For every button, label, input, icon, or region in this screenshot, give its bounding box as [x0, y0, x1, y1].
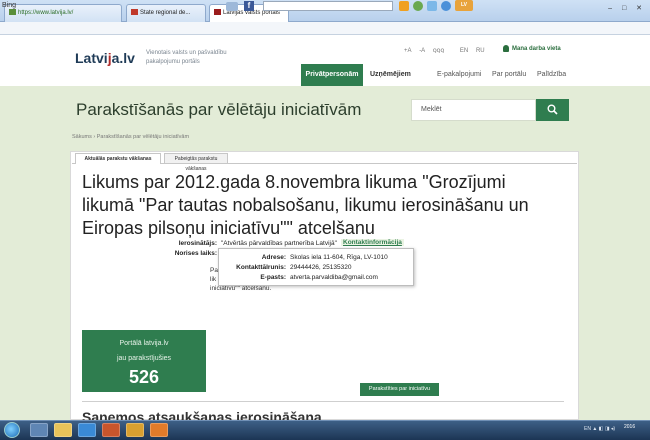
counter-caption-line2: jau parakstījušies — [116, 355, 172, 362]
site-tagline: Vienotais valsts un pašvaldību pakalpoju… — [146, 50, 227, 65]
initiator-value: "Atvērtās pārvaldības partnerība Latvijā… — [221, 240, 337, 247]
my-account-link[interactable]: Mana darba vieta — [512, 46, 561, 52]
taskbar-browser-icon[interactable] — [78, 423, 96, 437]
initiative-title: Likums par 2012.gada 8.novembra likuma "… — [82, 172, 529, 238]
tab-active-collections[interactable]: Aktuālās parakstu vākšanas — [75, 153, 161, 164]
initiator-label: Ierosinātājs: — [178, 240, 217, 247]
search-icon — [547, 104, 558, 115]
section-divider — [82, 401, 564, 402]
os-taskbar — [0, 420, 650, 440]
tab-favicon-icon — [131, 9, 138, 16]
site-logo[interactable]: Latvija.lv — [75, 50, 135, 66]
page-title: Parakstīšanās par vēlētāju iniciatīvām — [76, 100, 362, 119]
address-value: Skolas iela 11-604, Rīga, LV-1010 — [290, 254, 388, 261]
sign-initiative-button[interactable]: Parakstīties par iniciatīvu — [360, 383, 439, 396]
taskbar-media-icon[interactable] — [102, 423, 120, 437]
tab-label: State regional de... — [140, 10, 191, 16]
system-tray[interactable]: EN ▲ ◧ ◨ ◂) — [584, 426, 615, 432]
email-value[interactable]: atverta.parvaldiba@gmail.com — [290, 274, 378, 281]
contacts-link[interactable]: Kontaktinformācija — [341, 239, 404, 246]
tab-finished-collections[interactable]: Pabeigtās parakstu vākšanas — [164, 153, 228, 172]
taskbar-firefox-icon[interactable] — [150, 423, 168, 437]
toolbar-badge-icon[interactable]: LV — [455, 0, 473, 11]
address-label: Adrese: — [261, 254, 286, 261]
breadcrumb[interactable]: Sākums › Parakstīšanās par vēlētāju inic… — [72, 134, 189, 140]
nav-e-services[interactable]: E-pakalpojumi — [437, 64, 481, 86]
font-increase-link[interactable]: +A — [404, 48, 412, 54]
lang-en-link[interactable]: EN — [460, 48, 468, 54]
site-favicon-icon — [9, 9, 16, 16]
toolbar-search-input[interactable] — [263, 1, 393, 11]
screen: https://www.latvija.lv/ State regional d… — [0, 0, 650, 440]
email-label: E-pasts: — [260, 274, 286, 281]
nav-private-persons[interactable]: Privātpersonām — [301, 64, 363, 86]
site-search-input[interactable]: Meklēt — [411, 99, 536, 121]
clock[interactable]: 2016 — [624, 424, 635, 430]
phone-value: 29444426, 25135320 — [290, 264, 352, 271]
start-button-icon[interactable] — [4, 422, 20, 438]
user-icon[interactable] — [503, 45, 509, 52]
browser-command-bar — [0, 22, 650, 35]
tab-favicon-icon — [214, 9, 221, 16]
toolbar-feed-icon[interactable] — [413, 1, 423, 11]
next-section-heading: Saņemos atsaukšanas ierosināšana — [82, 410, 562, 420]
logo-text-tail: a.lv — [111, 50, 135, 66]
nav-about-portal[interactable]: Par portālu — [492, 64, 526, 86]
address-bar[interactable]: https://www.latvija.lv/ — [4, 4, 122, 22]
toolbar-print-icon[interactable] — [427, 1, 437, 11]
phone-label: Kontakttālrunis: — [236, 264, 286, 271]
toolbar-settings-icon[interactable] — [441, 1, 451, 11]
taskbar-folder-icon[interactable] — [54, 423, 72, 437]
counter-caption-line1: Portālā latvija.lv — [119, 340, 169, 347]
taskbar-app-icon[interactable] — [126, 423, 144, 437]
next-section-title: Saņemos atsaukšanas ierosināšana — [82, 410, 322, 420]
nav-business[interactable]: Uzņēmējiem — [370, 64, 411, 86]
site-search-button[interactable] — [536, 99, 569, 121]
logo-text-main: Latvi — [75, 50, 108, 66]
address-text: https://www.latvija.lv/ — [18, 10, 74, 16]
nav-help[interactable]: Palīdzība — [537, 64, 566, 86]
window-controls[interactable]: – □ ✕ — [608, 4, 646, 12]
toolbar-mail-icon[interactable] — [226, 2, 238, 11]
font-decrease-link[interactable]: -A — [419, 48, 425, 54]
contrast-link[interactable]: ꞯꞯꞯ — [433, 48, 444, 54]
browser-tab-1[interactable]: State regional de... — [126, 4, 206, 22]
utility-links: +A -A ꞯꞯꞯ EN RU — [404, 46, 491, 54]
lang-ru-link[interactable]: RU — [476, 48, 485, 54]
deadline-label: Norises laiks: — [174, 250, 217, 257]
bing-search-label[interactable]: Bing — [2, 2, 16, 9]
signature-count: 526 — [128, 367, 160, 387]
facebook-icon[interactable]: f — [244, 1, 254, 11]
taskbar-ie-icon[interactable] — [30, 423, 48, 437]
toolbar-home-icon[interactable] — [399, 1, 409, 11]
